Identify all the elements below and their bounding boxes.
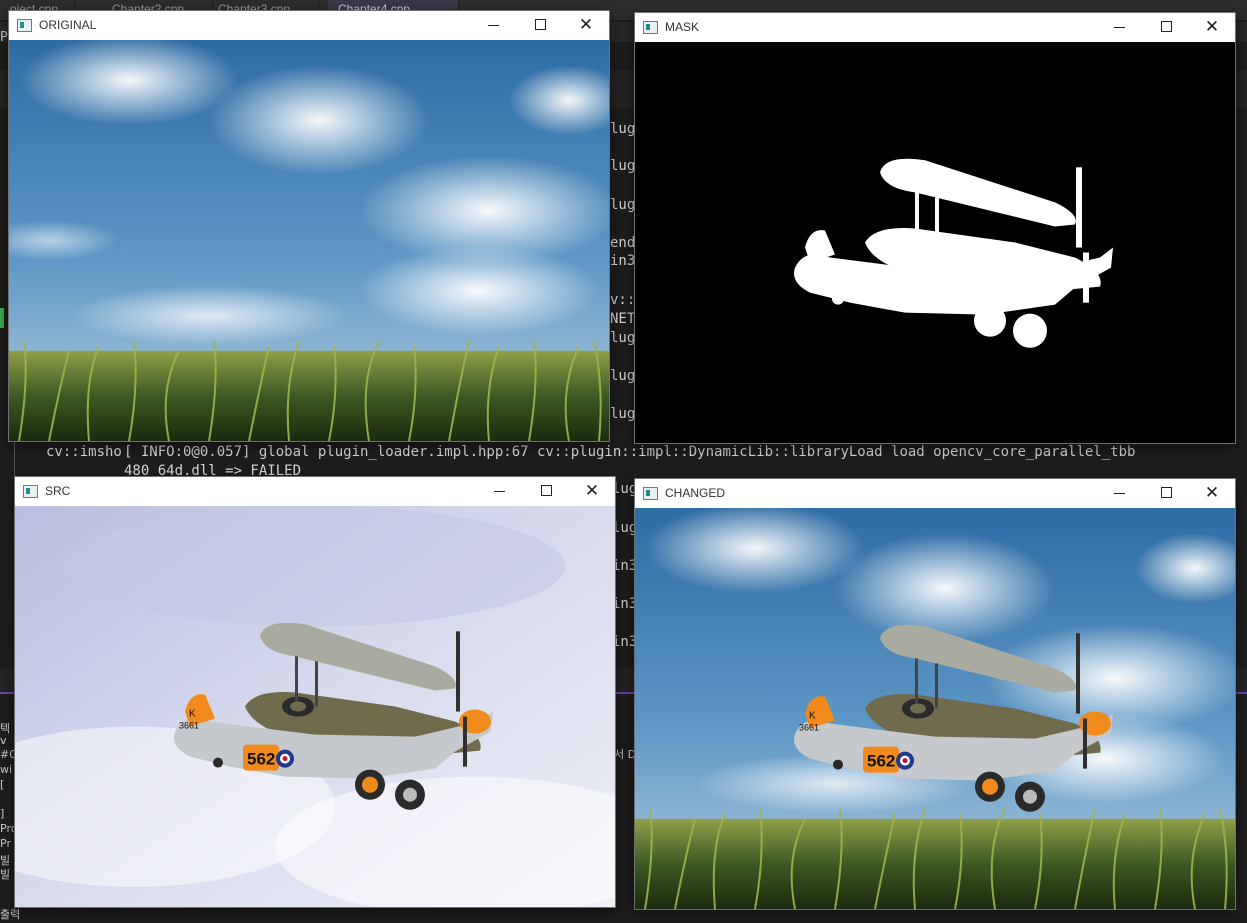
close-icon[interactable]: ✕ xyxy=(563,11,609,40)
app-icon xyxy=(643,21,658,34)
side-fragment: P xyxy=(0,30,8,45)
console-fragment: v:: xyxy=(610,292,636,308)
side-fragment: 서 D xyxy=(614,748,637,761)
console-fragment: NET xyxy=(610,311,636,327)
window-titlebar[interactable]: ORIGINAL ✕ xyxy=(9,11,609,40)
window-src[interactable]: SRC ✕ K 3661 562 xyxy=(14,476,616,908)
side-fragment: wi xyxy=(0,763,13,776)
sky-and-cornfield-image xyxy=(9,40,609,441)
side-fragment: ] xyxy=(0,807,5,820)
minimize-icon[interactable] xyxy=(1097,479,1143,508)
window-title: SRC xyxy=(45,484,71,498)
image-original xyxy=(9,40,609,441)
console-fragment: in3 xyxy=(610,253,636,269)
side-fragment: 빌 xyxy=(0,868,11,881)
window-title: MASK xyxy=(665,20,700,34)
window-title: CHANGED xyxy=(665,486,726,500)
minimize-icon[interactable] xyxy=(1097,13,1143,42)
console-fragment: cv::imsho xyxy=(46,444,122,460)
app-icon xyxy=(23,485,38,498)
console-fragment: end xyxy=(610,235,636,251)
maximize-icon[interactable] xyxy=(1143,13,1189,42)
minimize-icon[interactable] xyxy=(477,477,523,506)
console-line: [ INFO:0@0.057] global plugin_loader.imp… xyxy=(124,444,1136,460)
biplane-over-cornfield-image: K 3661 562 xyxy=(635,508,1235,909)
maximize-icon[interactable] xyxy=(523,477,569,506)
window-titlebar[interactable]: SRC ✕ xyxy=(15,477,615,506)
window-original[interactable]: ORIGINAL ✕ xyxy=(8,10,610,442)
side-fragment: Pr xyxy=(0,837,11,850)
app-icon xyxy=(643,487,658,500)
side-fragment: 출력 xyxy=(0,908,21,921)
close-icon[interactable]: ✕ xyxy=(569,477,615,506)
fuselage-number: 562 xyxy=(247,750,275,769)
window-title: ORIGINAL xyxy=(39,18,97,32)
window-mask[interactable]: MASK ✕ xyxy=(634,12,1236,444)
tail-number: 3661 xyxy=(179,721,199,731)
window-changed[interactable]: CHANGED ✕ K 3661 562 xyxy=(634,478,1236,910)
image-changed: K 3661 562 xyxy=(635,508,1235,909)
biplane-silhouette-image xyxy=(635,42,1235,443)
fuselage-number: 562 xyxy=(867,752,895,771)
close-icon[interactable]: ✕ xyxy=(1189,13,1235,42)
tail-number: 3661 xyxy=(799,723,819,733)
tail-letter: K xyxy=(809,711,816,722)
side-fragment: [ xyxy=(0,778,5,791)
window-titlebar[interactable]: MASK ✕ xyxy=(635,13,1235,42)
image-mask xyxy=(635,42,1235,443)
window-titlebar[interactable]: CHANGED ✕ xyxy=(635,479,1235,508)
image-src: K 3661 562 xyxy=(15,506,615,907)
close-icon[interactable]: ✕ xyxy=(1189,479,1235,508)
minimize-icon[interactable] xyxy=(471,11,517,40)
maximize-icon[interactable] xyxy=(1143,479,1189,508)
side-fragment: v xyxy=(0,734,7,747)
breakpoint-marker xyxy=(0,308,4,328)
app-icon xyxy=(17,19,32,32)
biplane-on-overcast-image: K 3661 562 xyxy=(15,506,615,907)
maximize-icon[interactable] xyxy=(517,11,563,40)
tail-letter: K xyxy=(189,709,196,720)
